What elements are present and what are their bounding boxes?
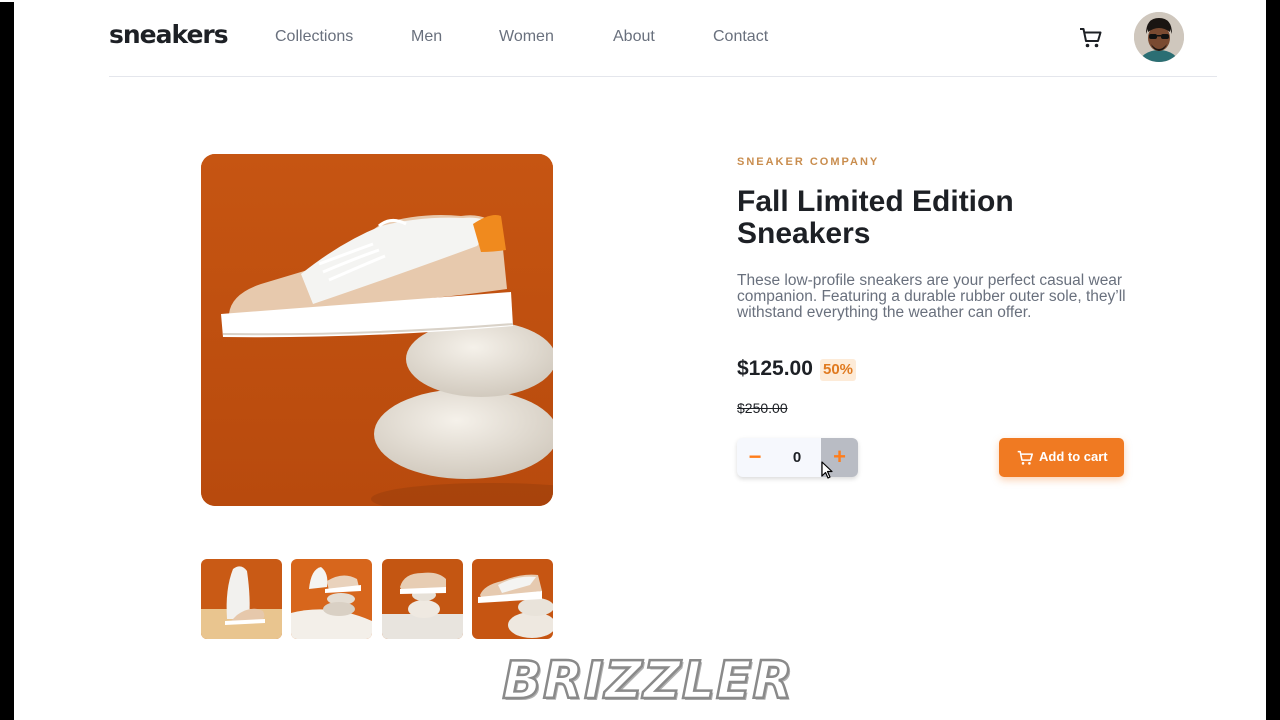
brand-logo[interactable]: sneakers	[109, 20, 229, 49]
nav-item-men[interactable]: Men	[411, 28, 442, 46]
cart-button[interactable]	[1079, 26, 1103, 50]
add-to-cart-button[interactable]: Add to cart	[999, 438, 1124, 477]
thumbnail-1[interactable]	[201, 559, 282, 639]
sneaker-thumbnail-4	[472, 559, 553, 639]
product-title: Fall Limited Edition Sneakers	[737, 185, 1014, 250]
current-price: $125.00	[737, 357, 813, 380]
discount-badge: 50%	[820, 359, 857, 381]
avatar-icon	[1134, 12, 1184, 62]
sneaker-main-image	[201, 154, 553, 506]
mouse-pointer-icon	[821, 461, 833, 479]
user-avatar[interactable]	[1134, 12, 1184, 62]
thumbnail-strip	[201, 559, 553, 639]
sneaker-thumbnail-1	[201, 559, 282, 639]
quantity-stepper: − 0 +	[737, 438, 858, 477]
watermark-text: BRIZZLER	[501, 650, 794, 713]
nav-item-women[interactable]: Women	[499, 28, 554, 46]
site-header: sneakers Collections Men Women About Con…	[109, 0, 1217, 77]
thumbnail-4[interactable]	[472, 559, 553, 639]
nav-item-contact[interactable]: Contact	[713, 28, 768, 46]
product-page: sneakers Collections Men Women About Con…	[14, 0, 1266, 720]
add-to-cart-label: Add to cart	[1039, 449, 1108, 464]
nav-item-about[interactable]: About	[613, 28, 655, 46]
product-description: These low-profile sneakers are your perf…	[737, 272, 1126, 321]
company-name: SNEAKER COMPANY	[737, 156, 880, 168]
thumbnail-2[interactable]	[291, 559, 372, 639]
original-price: $250.00	[737, 400, 788, 416]
sneaker-thumbnail-2	[291, 559, 372, 639]
cart-icon	[1017, 450, 1034, 465]
nav-item-collections[interactable]: Collections	[275, 28, 353, 46]
sneaker-thumbnail-3	[382, 559, 463, 639]
cart-icon	[1080, 28, 1102, 48]
product-main-image[interactable]	[201, 154, 553, 506]
quantity-value: 0	[792, 449, 802, 466]
thumbnail-3[interactable]	[382, 559, 463, 639]
decrease-quantity-button[interactable]: −	[737, 438, 773, 477]
